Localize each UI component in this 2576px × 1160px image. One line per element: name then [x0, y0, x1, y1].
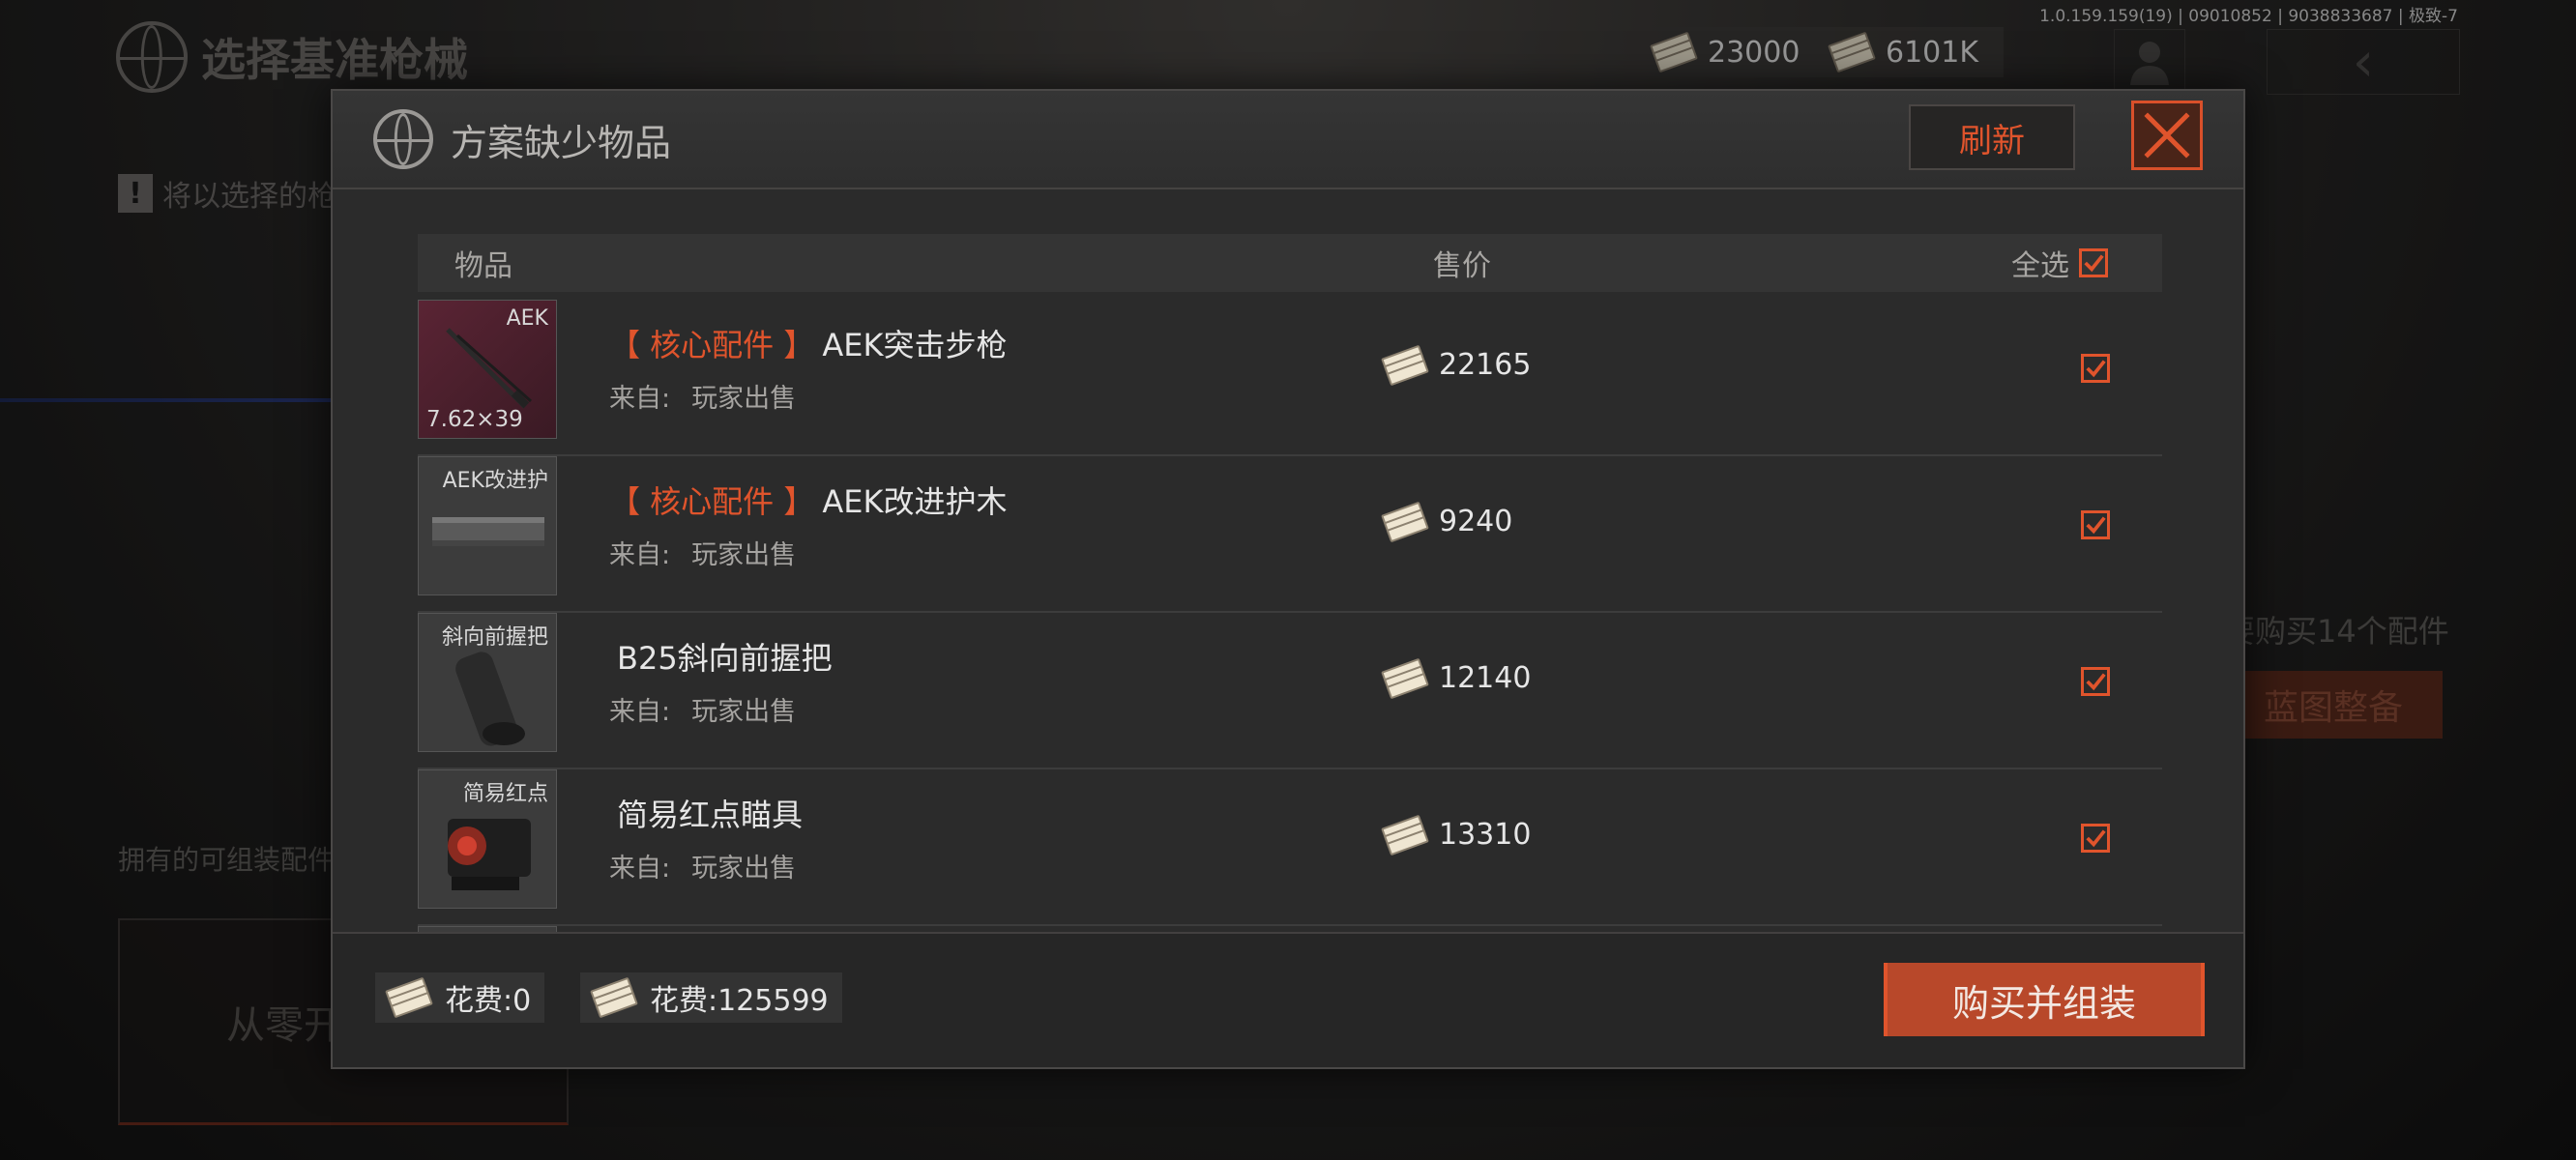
- close-icon: [2144, 112, 2190, 159]
- item-name: B25斜向前握把: [617, 640, 833, 677]
- globe-icon: [373, 109, 433, 169]
- select-all-label: 全选: [2011, 249, 2069, 283]
- table-header: 物品 售价 全选: [418, 234, 2162, 292]
- item-checkbox[interactable]: [2081, 667, 2110, 696]
- item-price: 22165: [1381, 344, 1532, 386]
- item-source: 来自: 玩家出售: [609, 384, 797, 414]
- money-icon: [385, 976, 433, 1019]
- list-item[interactable]: AEK 7.62×39 【 核心配件 】 AEK突击步枪 来自: 玩家出售 2216…: [418, 300, 2162, 456]
- thumb-label: AEK: [506, 306, 548, 331]
- item-thumbnail: 斜向前握把: [418, 613, 557, 752]
- item-source: 来自: 玩家出售: [609, 540, 797, 570]
- checkmark-icon: [2084, 254, 2104, 273]
- thumb-label: 简易红点: [462, 782, 548, 806]
- refresh-button[interactable]: 刷新: [1909, 104, 2075, 170]
- column-price: 售价: [1433, 249, 1491, 283]
- item-price: 12140: [1381, 657, 1532, 699]
- cost-value: 花费:125599: [650, 984, 829, 1018]
- list-item[interactable]: AEK改进护 【 核心配件 】 AEK改进护木 来自: 玩家出售 9240: [418, 456, 2162, 613]
- cost-display: 花费:125599: [580, 972, 842, 1023]
- money-icon: [1381, 814, 1429, 856]
- dialog-title: 方案缺少物品: [451, 121, 672, 164]
- money-icon: [1381, 657, 1429, 699]
- item-checkbox[interactable]: [2081, 354, 2110, 383]
- money-icon: [1381, 344, 1429, 386]
- item-price: 9240: [1381, 501, 1513, 542]
- item-name: 简易红点瞄具: [617, 797, 804, 833]
- price-value: 13310: [1439, 818, 1532, 852]
- money-icon: [1381, 501, 1429, 542]
- items-list[interactable]: AEK 7.62×39 【 核心配件 】 AEK突击步枪 来自: 玩家出售 2216…: [418, 300, 2162, 936]
- price-value: 12140: [1439, 661, 1532, 695]
- item-name: 【 核心配件 】 AEK突击步枪: [609, 327, 1008, 363]
- item-thumbnail: AEK改进护: [418, 456, 557, 595]
- missing-items-dialog: 方案缺少物品 刷新 物品 售价 全选 AEK 7.62×39 【 核心配件 】 …: [331, 89, 2245, 1069]
- items-table: 物品 售价 全选 AEK 7.62×39 【 核心配件 】 AEK突击步枪 来自…: [418, 234, 2162, 936]
- select-all-checkbox[interactable]: [2079, 248, 2108, 277]
- column-item: 物品: [454, 249, 512, 283]
- dialog-header: 方案缺少物品 刷新: [333, 91, 2243, 189]
- checkmark-icon: [2086, 360, 2106, 378]
- item-price: 13310: [1381, 814, 1532, 856]
- price-value: 22165: [1439, 348, 1532, 382]
- item-source: 来自: 玩家出售: [609, 854, 797, 884]
- money-icon: [590, 976, 638, 1019]
- price-value: 9240: [1439, 505, 1513, 538]
- item-thumbnail: AEK 7.62×39: [418, 300, 557, 439]
- core-part-tag: 【 核心配件 】: [609, 483, 815, 520]
- list-item[interactable]: 简易红点 简易红点瞄具 来自: 玩家出售 13310: [418, 769, 2162, 926]
- buy-and-assemble-button[interactable]: 购买并组装: [1884, 963, 2205, 1036]
- item-thumbnail: 简易红点: [418, 769, 557, 909]
- item-checkbox[interactable]: [2081, 824, 2110, 853]
- select-all-control[interactable]: 全选: [2011, 242, 2108, 284]
- list-item[interactable]: 斜向前握把 B25斜向前握把 来自: 玩家出售 12140: [418, 613, 2162, 769]
- checkmark-icon: [2086, 829, 2106, 848]
- item-name: 【 核心配件 】 AEK改进护木: [609, 483, 1008, 520]
- close-button[interactable]: [2131, 101, 2203, 170]
- checkmark-icon: [2086, 516, 2106, 535]
- cost-display: 花费:0: [375, 972, 545, 1023]
- thumb-label: 斜向前握把: [441, 625, 548, 650]
- item-checkbox[interactable]: [2081, 510, 2110, 539]
- core-part-tag: 【 核心配件 】: [609, 327, 815, 363]
- cost-value: 花费:0: [445, 984, 532, 1018]
- item-source: 来自: 玩家出售: [609, 697, 797, 727]
- checkmark-icon: [2086, 673, 2106, 691]
- thumb-label: AEK改进护: [442, 469, 548, 493]
- thumb-caliber: 7.62×39: [426, 407, 523, 432]
- dialog-footer: 花费:0 花费:125599 购买并组装: [333, 932, 2243, 1067]
